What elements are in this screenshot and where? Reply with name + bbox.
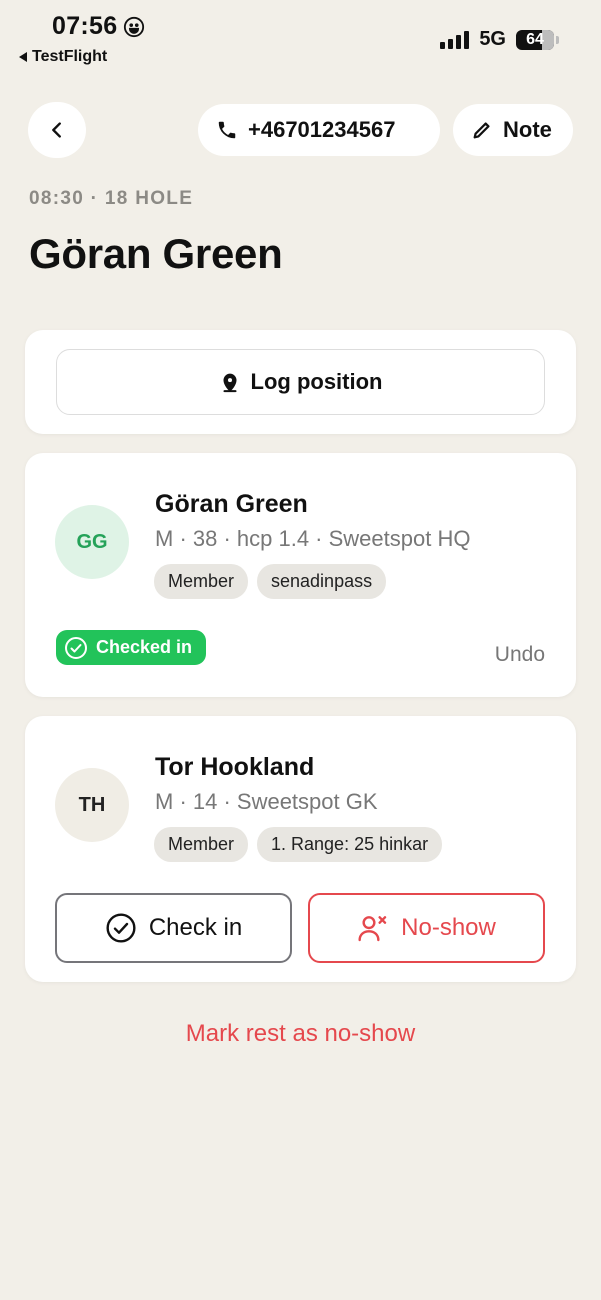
no-show-label: No-show	[401, 914, 496, 941]
map-pin-icon	[223, 373, 237, 393]
player-card: GG Göran Green M · 38 · hcp 1.4 · Sweets…	[25, 453, 576, 697]
note-label: Note	[503, 117, 552, 142]
phone-icon	[218, 121, 236, 139]
status-indicators: 5G 64	[440, 28, 559, 51]
smiley-icon	[124, 16, 145, 37]
user-x-icon	[358, 916, 387, 942]
undo-button[interactable]: Undo	[495, 643, 545, 667]
note-button[interactable]: Note	[453, 104, 573, 156]
battery-cap	[556, 35, 559, 44]
tag: 1. Range: 25 hinkar	[257, 827, 443, 862]
avatar: TH	[55, 768, 129, 842]
player-tags: Member senadinpass	[154, 564, 387, 599]
player-info: M · 38 · hcp 1.4 · Sweetspot HQ	[155, 526, 471, 551]
clock: 07:56	[52, 12, 118, 40]
back-triangle-icon	[19, 52, 27, 62]
status-time: 07:56	[52, 12, 145, 41]
booking-meta: 08:30 · 18 HOLE	[29, 188, 194, 209]
log-position-button[interactable]: Log position	[56, 349, 545, 415]
player-name: Tor Hookland	[155, 753, 315, 781]
battery-level: 64	[526, 30, 544, 48]
back-button[interactable]	[28, 102, 86, 158]
player-tags: Member 1. Range: 25 hinkar	[154, 827, 443, 862]
log-position-label: Log position	[250, 369, 383, 394]
checked-in-badge: Checked in	[56, 630, 207, 665]
chevron-left-icon	[52, 122, 61, 138]
tag: Member	[154, 564, 249, 599]
tag: senadinpass	[257, 564, 387, 599]
back-app-label: TestFlight	[32, 48, 108, 65]
player-name: Göran Green	[155, 490, 308, 518]
phone-number: +46701234567	[248, 117, 396, 142]
check-circle-icon	[65, 636, 87, 659]
avatar: GG	[55, 505, 129, 579]
signal-icon	[440, 30, 470, 49]
player-info: M · 14 · Sweetspot GK	[155, 789, 378, 814]
check-circle-icon	[106, 913, 136, 943]
tag: Member	[154, 827, 249, 862]
network-type: 5G	[479, 28, 506, 50]
check-in-button[interactable]: Check in	[55, 893, 292, 963]
log-position-card: Log position	[25, 330, 576, 434]
page-title: Göran Green	[29, 230, 283, 277]
phone-button[interactable]: +46701234567	[198, 104, 440, 156]
battery-icon: 64	[516, 29, 554, 50]
pencil-icon	[473, 122, 490, 139]
no-show-button[interactable]: No-show	[308, 893, 545, 963]
back-to-app[interactable]: TestFlight	[19, 48, 107, 66]
player-card: TH Tor Hookland M · 14 · Sweetspot GK Me…	[25, 716, 576, 982]
check-in-label: Check in	[148, 914, 243, 941]
mark-rest-no-show-link[interactable]: Mark rest as no-show	[0, 1020, 601, 1048]
status-label: Checked in	[96, 637, 193, 657]
